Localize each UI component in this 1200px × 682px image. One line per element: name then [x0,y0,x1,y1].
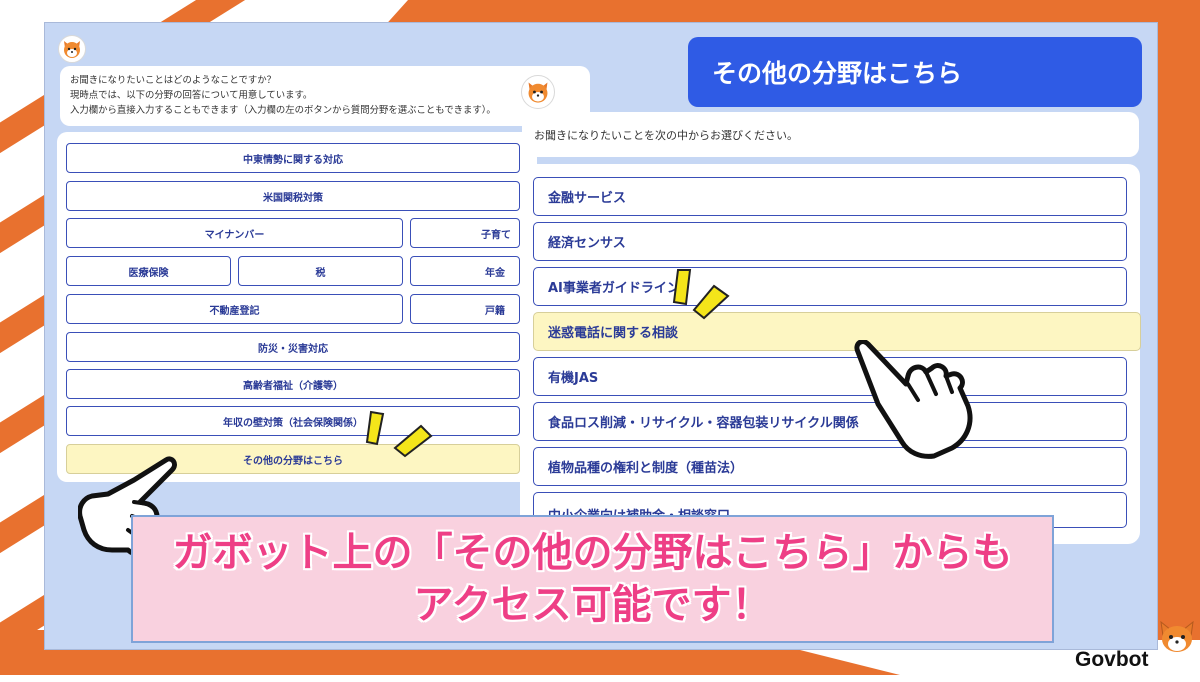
topic-button-medical-insurance[interactable]: 医療保険 [66,256,231,286]
topic-button-disaster[interactable]: 防災・災害対応 [66,332,520,362]
option-button-ai-guideline[interactable]: AI事業者ガイドライン [533,267,1127,306]
emphasis-marks-icon [365,410,433,458]
caption-line: ガボット上の「その他の分野はこちら」からも [172,530,1013,576]
topic-button-tax[interactable]: 税 [238,256,403,286]
topic-button-elderly-welfare[interactable]: 高齢者福祉（介護等） [66,369,520,399]
govbot-avatar-icon [58,35,86,63]
topic-button-real-estate[interactable]: 不動産登記 [66,294,403,324]
option-button-organic-jas[interactable]: 有機JAS [533,357,1127,396]
topic-button-pension[interactable]: 年金 [410,256,520,286]
govbot-mascot-icon [1160,620,1194,652]
govbot-brand-name: Govbot [1075,648,1149,671]
option-button-financial-services[interactable]: 金融サービス [533,177,1127,216]
right-option-list [520,164,1140,544]
intro-line: 現時点では、以下の分野の回答について用意しています。 [70,90,313,101]
topic-button-family-register[interactable]: 戸籍 [410,294,520,324]
intro-line: お聞きになりたいことはどのようなことですか？ [70,75,276,86]
topic-button-childcare[interactable]: 子育て [410,218,520,248]
pointing-hand-icon [854,340,973,459]
option-button-economic-census[interactable]: 経済センサス [533,222,1127,261]
option-button-food-loss[interactable]: 食品ロス削減・リサイクル・容器包装リサイクル関係 [533,402,1127,441]
emphasis-marks-icon [672,269,730,320]
topic-button-mynumber[interactable]: マイナンバー [66,218,403,248]
option-button-nuisance-calls[interactable]: 迷惑電話に関する相談 [533,312,1141,351]
govbot-avatar-icon [521,75,555,109]
right-prompt-message: お聞きになりたいことを次の中からお選びください。 [522,112,1139,157]
topic-button-middle-east[interactable]: 中東情勢に関する対応 [66,143,520,173]
left-intro-message: お聞きになりたいことはどのようなことですか？ 現時点では、以下の分野の回答につい… [60,66,590,126]
caption-banner: ガボット上の「その他の分野はこちら」からも アクセス可能です！ [131,515,1054,643]
intro-line: 入力欄から直接入力することもできます（入力欄の左のボタンから質問分野を選ぶことも… [70,105,496,116]
topic-button-income-wall[interactable]: 年収の壁対策（社会保険関係） [66,406,520,436]
other-fields-title: その他の分野はこちら [688,37,1142,107]
option-button-plant-variety[interactable]: 植物品種の権利と制度（種苗法） [533,447,1127,486]
topic-button-us-tariff[interactable]: 米国関税対策 [66,181,520,211]
caption-line: アクセス可能です！ [413,582,772,628]
